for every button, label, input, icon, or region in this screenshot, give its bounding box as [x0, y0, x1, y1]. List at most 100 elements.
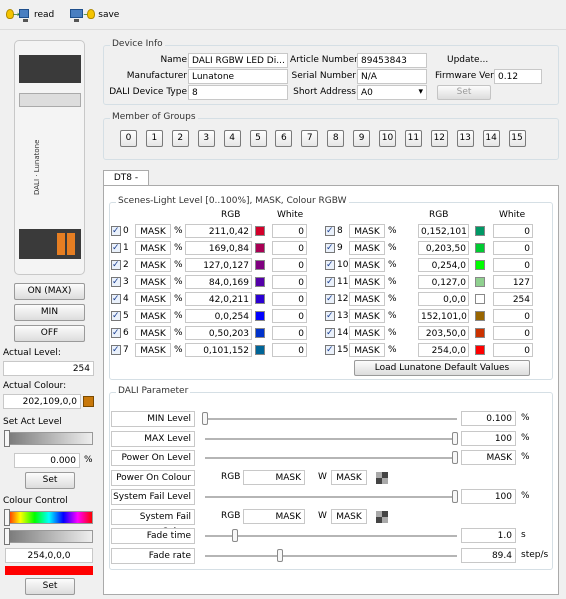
scene-rgb[interactable]: 0,0,254	[185, 309, 252, 323]
hue-slider[interactable]	[5, 511, 93, 524]
scene-rgb[interactable]: 0,152,101	[418, 224, 469, 238]
scene-rgb[interactable]: 127,0,127	[185, 258, 252, 272]
scene-colour-swatch[interactable]	[255, 328, 265, 338]
param-value[interactable]: 89.4	[461, 547, 516, 563]
scene-rgb[interactable]: 211,0,42	[185, 224, 252, 238]
scene-colour-swatch[interactable]	[255, 311, 265, 321]
param-rgb-value[interactable]: MASK	[243, 508, 305, 524]
param-value[interactable]: 100	[461, 489, 516, 504]
scene-mask[interactable]: MASK	[349, 309, 385, 323]
scene-white[interactable]: 0	[272, 275, 307, 289]
scene-colour-swatch[interactable]	[255, 243, 265, 253]
scene-rgb[interactable]: 152,101,0	[418, 309, 469, 323]
scene-white[interactable]: 127	[493, 275, 533, 289]
scene-checkbox[interactable]	[325, 326, 335, 340]
scene-white[interactable]: 0	[493, 241, 533, 255]
scene-rgb[interactable]: 0,127,0	[418, 275, 469, 289]
brightness-slider-thumb[interactable]	[4, 528, 10, 545]
scene-colour-swatch[interactable]	[475, 294, 485, 304]
scene-mask[interactable]: MASK	[349, 241, 385, 255]
scene-colour-swatch[interactable]	[475, 260, 485, 270]
scene-white[interactable]: 0	[272, 326, 307, 340]
scene-white[interactable]: 0	[272, 241, 307, 255]
scene-checkbox[interactable]	[325, 258, 335, 272]
scene-colour-swatch[interactable]	[475, 345, 485, 355]
scene-rgb[interactable]: 42,0,211	[185, 292, 252, 306]
param-value[interactable]: 0.100	[461, 411, 516, 426]
set-level-button[interactable]: Set	[25, 472, 75, 489]
scene-checkbox[interactable]	[111, 224, 121, 238]
scene-colour-swatch[interactable]	[475, 226, 485, 236]
scene-mask[interactable]: MASK	[135, 326, 171, 340]
scene-white[interactable]: 0	[272, 258, 307, 272]
param-slider-track[interactable]	[205, 535, 457, 537]
scene-checkbox[interactable]	[111, 258, 121, 272]
colour-value-input[interactable]: 254,0,0,0	[5, 548, 93, 563]
param-w-value[interactable]: MASK	[331, 469, 367, 485]
scene-rgb[interactable]: 254,0,0	[418, 343, 469, 357]
group-button-1[interactable]: 1	[145, 130, 163, 147]
scene-rgb[interactable]: 0,203,50	[418, 241, 469, 255]
on-max-button[interactable]: ON (MAX)	[14, 283, 85, 300]
scene-rgb[interactable]: 203,50,0	[418, 326, 469, 340]
group-button-13[interactable]: 13	[456, 130, 474, 147]
param-slider-thumb[interactable]	[202, 412, 208, 425]
colour-picker-icon[interactable]	[376, 510, 388, 523]
scene-white[interactable]: 0	[493, 224, 533, 238]
param-rgb-value[interactable]: MASK	[243, 469, 305, 485]
scene-mask[interactable]: MASK	[135, 258, 171, 272]
param-value[interactable]: 1.0	[461, 528, 516, 543]
param-slider-thumb[interactable]	[452, 490, 458, 503]
scene-mask[interactable]: MASK	[349, 275, 385, 289]
scene-mask[interactable]: MASK	[135, 309, 171, 323]
param-slider-track[interactable]	[205, 418, 457, 420]
brightness-slider[interactable]	[5, 530, 93, 543]
scene-mask[interactable]: MASK	[135, 275, 171, 289]
scene-colour-swatch[interactable]	[475, 311, 485, 321]
scene-white[interactable]: 0	[272, 292, 307, 306]
group-button-10[interactable]: 10	[379, 130, 396, 147]
scene-checkbox[interactable]	[325, 343, 335, 357]
scene-mask[interactable]: MASK	[135, 292, 171, 306]
set-act-level-thumb[interactable]	[4, 430, 10, 447]
tab-dt8-rgbw[interactable]: DT8 - RGBW	[103, 170, 149, 198]
set-address-button[interactable]: Set	[437, 85, 491, 100]
scene-rgb[interactable]: 0,254,0	[418, 258, 469, 272]
scene-white[interactable]: 0	[272, 343, 307, 357]
scene-checkbox[interactable]	[111, 326, 121, 340]
param-value[interactable]: 100	[461, 430, 516, 446]
scene-checkbox[interactable]	[325, 275, 335, 289]
scene-white[interactable]: 0	[493, 326, 533, 340]
scene-colour-swatch[interactable]	[255, 294, 265, 304]
scene-checkbox[interactable]	[111, 292, 121, 306]
group-button-5[interactable]: 5	[249, 130, 267, 147]
set-colour-button[interactable]: Set	[25, 578, 75, 595]
scene-rgb[interactable]: 84,0,169	[185, 275, 252, 289]
group-button-14[interactable]: 14	[482, 130, 500, 147]
scene-colour-swatch[interactable]	[475, 328, 485, 338]
group-button-8[interactable]: 8	[327, 130, 345, 147]
scene-rgb[interactable]: 0,101,152	[185, 343, 252, 357]
load-default-values-button[interactable]: Load Lunatone Default Values	[354, 360, 530, 376]
scene-checkbox[interactable]	[111, 343, 121, 357]
param-slider-thumb[interactable]	[277, 548, 283, 562]
scene-checkbox[interactable]	[325, 292, 335, 306]
group-button-0[interactable]: 0	[120, 130, 137, 147]
scene-white[interactable]: 0	[272, 224, 307, 238]
short-address-select[interactable]: A0 ▾	[357, 85, 427, 100]
scene-colour-swatch[interactable]	[475, 243, 485, 253]
scene-colour-swatch[interactable]	[255, 226, 265, 236]
scene-colour-swatch[interactable]	[475, 277, 485, 287]
scene-rgb[interactable]: 169,0,84	[185, 241, 252, 255]
read-button[interactable]: → read	[6, 8, 54, 22]
param-w-value[interactable]: MASK	[331, 508, 367, 524]
colour-picker-icon[interactable]	[376, 471, 388, 484]
param-slider-thumb[interactable]	[232, 529, 238, 542]
scene-mask[interactable]: MASK	[349, 224, 385, 238]
scene-checkbox[interactable]	[325, 241, 335, 255]
group-button-4[interactable]: 4	[223, 130, 241, 147]
scene-mask[interactable]: MASK	[135, 343, 171, 357]
set-act-level-input[interactable]: 0.000	[14, 453, 80, 468]
scene-colour-swatch[interactable]	[255, 277, 265, 287]
scene-mask[interactable]: MASK	[349, 292, 385, 306]
